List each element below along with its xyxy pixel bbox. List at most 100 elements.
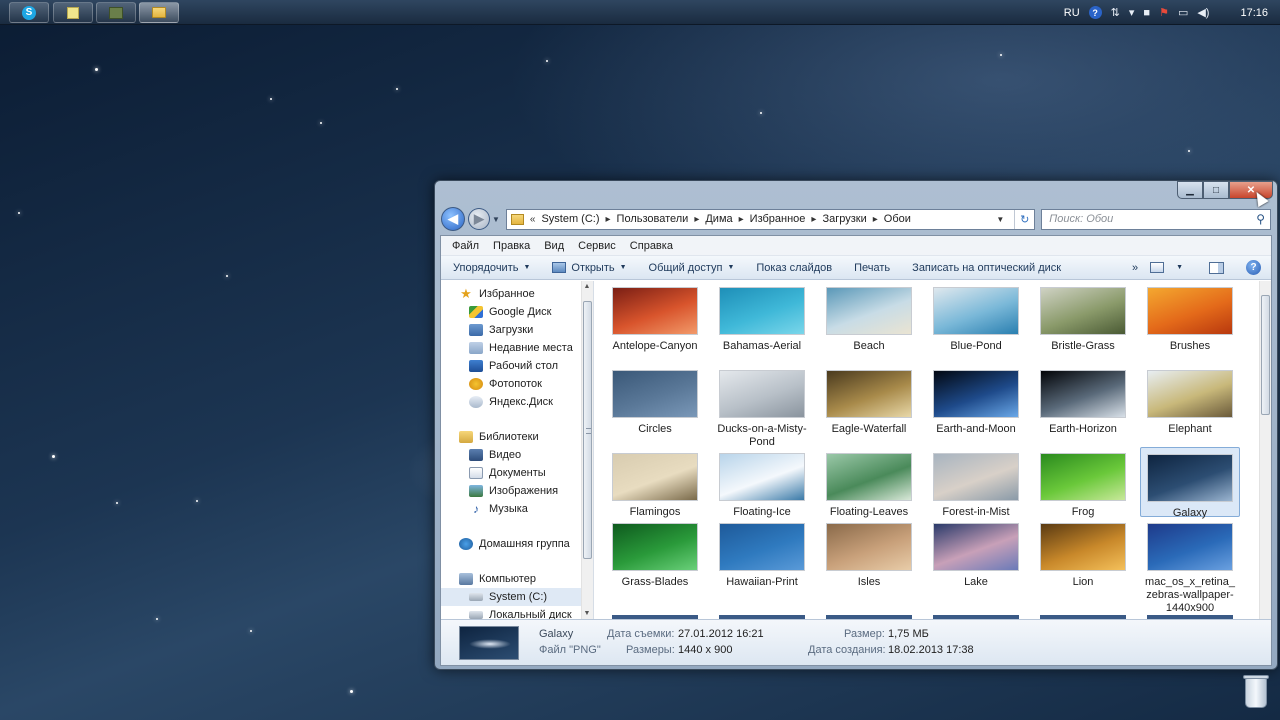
nav-item[interactable]: Локальный диск bbox=[441, 606, 581, 619]
file-tile[interactable]: Galaxy bbox=[1140, 447, 1240, 519]
file-tile[interactable]: Earth-and-Moon bbox=[926, 364, 1026, 436]
recent-pages-dropdown[interactable]: ▼ bbox=[492, 215, 500, 224]
more-commands-button[interactable]: » bbox=[1132, 262, 1138, 274]
refresh-icon[interactable]: ↻ bbox=[1014, 209, 1034, 229]
scroll-thumb[interactable] bbox=[583, 301, 592, 559]
breadcrumb-favorites[interactable]: Избранное bbox=[750, 213, 806, 225]
file-tile[interactable]: Circles bbox=[605, 364, 705, 436]
breadcrumb-separator-icon[interactable]: ▸ bbox=[606, 214, 611, 225]
breadcrumb-wallpapers[interactable]: Обои bbox=[884, 213, 911, 225]
file-thumbnail bbox=[933, 370, 1019, 418]
file-tile[interactable]: Ducks-on-a-Misty-Pond bbox=[712, 364, 812, 449]
breadcrumb-separator-icon[interactable]: ▸ bbox=[873, 214, 878, 225]
slideshow-button[interactable]: Показ слайдов bbox=[756, 262, 832, 274]
nav-item[interactable]: Документы bbox=[441, 464, 581, 482]
nav-item[interactable]: Изображения bbox=[441, 482, 581, 500]
nav-item[interactable]: ♪ Музыка bbox=[441, 500, 581, 518]
address-history-dropdown-icon[interactable]: ▼ bbox=[990, 215, 1010, 224]
minimize-button[interactable]: ▁ bbox=[1177, 181, 1203, 199]
taskbar-button-skype[interactable]: S bbox=[9, 2, 49, 23]
view-options-dropdown-icon[interactable]: ▼ bbox=[1176, 264, 1183, 271]
nav-item[interactable]: System (C:) bbox=[441, 588, 581, 606]
file-tile[interactable]: Bristle-Grass bbox=[1033, 281, 1133, 353]
nav-item[interactable]: Библиотеки bbox=[441, 428, 581, 446]
taskbar-button-explorer[interactable] bbox=[139, 2, 179, 23]
file-tile[interactable]: Lake bbox=[926, 517, 1026, 589]
nav-item[interactable]: Рабочий стол bbox=[441, 357, 581, 375]
maximize-button[interactable]: □ bbox=[1203, 181, 1229, 199]
navigation-pane-scrollbar[interactable]: ▲ ▼ bbox=[581, 281, 593, 619]
breadcrumb-separator-icon[interactable]: ▸ bbox=[739, 214, 744, 225]
address-overflow[interactable]: « bbox=[530, 214, 536, 225]
action-center-flag-icon[interactable]: ⚑ bbox=[1159, 6, 1169, 19]
menu-tools[interactable]: Сервис bbox=[571, 240, 623, 252]
address-bar[interactable]: « System (C:) ▸ Пользователи ▸ Дима ▸ Из… bbox=[505, 208, 1036, 230]
details-date-taken[interactable]: 27.01.2012 16:21 bbox=[678, 628, 764, 640]
volume-icon[interactable]: ◀) bbox=[1197, 6, 1209, 19]
scroll-down-icon[interactable]: ▼ bbox=[582, 610, 592, 617]
burn-disc-button[interactable]: Записать на оптический диск bbox=[912, 262, 1061, 274]
file-tile[interactable]: Hawaiian-Print bbox=[712, 517, 812, 589]
file-tile[interactable]: Grass-Blades bbox=[605, 517, 705, 589]
search-icon[interactable]: ⚲ bbox=[1256, 212, 1265, 226]
breadcrumb-separator-icon[interactable]: ▸ bbox=[811, 214, 816, 225]
breadcrumb-system-c[interactable]: System (C:) bbox=[541, 213, 599, 225]
nav-item[interactable]: Домашняя группа bbox=[441, 535, 581, 553]
language-indicator[interactable]: RU bbox=[1064, 7, 1080, 19]
back-button[interactable]: ◀ bbox=[441, 207, 465, 231]
menu-edit[interactable]: Правка bbox=[486, 240, 537, 252]
file-tile[interactable]: Forest-in-Mist bbox=[926, 447, 1026, 519]
organize-button[interactable]: Упорядочить ▼ bbox=[453, 262, 530, 274]
nav-item[interactable]: Компьютер bbox=[441, 570, 581, 588]
nav-item[interactable]: Яндекс.Диск bbox=[441, 393, 581, 411]
breadcrumb-users[interactable]: Пользователи bbox=[617, 213, 689, 225]
nav-item[interactable]: ★ Избранное bbox=[441, 285, 581, 303]
nav-item[interactable]: Google Диск bbox=[441, 303, 581, 321]
file-tile[interactable]: Eagle-Waterfall bbox=[819, 364, 919, 436]
taskbar-button-pinned-app[interactable] bbox=[96, 2, 136, 23]
nav-item[interactable]: Видео bbox=[441, 446, 581, 464]
scroll-thumb[interactable] bbox=[1261, 295, 1270, 415]
help-icon[interactable]: ? bbox=[1246, 260, 1261, 275]
breadcrumb-dima[interactable]: Дима bbox=[705, 213, 732, 225]
file-tile[interactable]: Frog bbox=[1033, 447, 1133, 519]
recycle-bin-icon[interactable] bbox=[1240, 672, 1270, 712]
menu-help[interactable]: Справка bbox=[623, 240, 680, 252]
file-tile[interactable]: Antelope-Canyon bbox=[605, 281, 705, 353]
taskbar-button-notes[interactable] bbox=[53, 2, 93, 23]
tray-pin-icon[interactable]: ⇅ bbox=[1111, 6, 1120, 19]
change-view-icon[interactable] bbox=[1150, 262, 1165, 273]
breadcrumb-downloads[interactable]: Загрузки bbox=[822, 213, 866, 225]
file-tile[interactable]: mac_os_x_retina_zebras-wallpaper-1440x90… bbox=[1140, 517, 1240, 615]
search-input[interactable]: Поиск: Обои ⚲ bbox=[1041, 208, 1271, 230]
file-tile[interactable]: Lion bbox=[1033, 517, 1133, 589]
nav-item[interactable]: Недавние места bbox=[441, 339, 581, 357]
open-button[interactable]: Открыть ▼ bbox=[552, 262, 627, 274]
share-button[interactable]: Общий доступ ▼ bbox=[649, 262, 735, 274]
preview-pane-icon[interactable] bbox=[1209, 261, 1224, 274]
nav-item[interactable]: Фотопоток bbox=[441, 375, 581, 393]
file-tile[interactable]: Blue-Pond bbox=[926, 281, 1026, 353]
scroll-up-icon[interactable]: ▲ bbox=[582, 283, 592, 290]
file-tile[interactable]: Flamingos bbox=[605, 447, 705, 519]
file-tile[interactable]: Beach bbox=[819, 281, 919, 353]
breadcrumb-separator-icon[interactable]: ▸ bbox=[694, 214, 699, 225]
file-tile[interactable]: Isles bbox=[819, 517, 919, 589]
tray-app-icon[interactable]: ■ bbox=[1143, 7, 1150, 19]
file-tile[interactable]: Brushes bbox=[1140, 281, 1240, 353]
file-tile[interactable]: Bahamas-Aerial bbox=[712, 281, 812, 353]
tray-expand-icon[interactable]: ▾ bbox=[1129, 6, 1135, 19]
file-tile[interactable]: Elephant bbox=[1140, 364, 1240, 436]
forward-button[interactable]: ▶ bbox=[467, 208, 490, 230]
file-tile[interactable]: Floating-Leaves bbox=[819, 447, 919, 519]
tray-clock[interactable]: 17:16 bbox=[1240, 7, 1268, 19]
menu-view[interactable]: Вид bbox=[537, 240, 571, 252]
network-icon[interactable]: ▭ bbox=[1178, 6, 1188, 19]
file-tile[interactable]: Earth-Horizon bbox=[1033, 364, 1133, 436]
nav-item[interactable]: Загрузки bbox=[441, 321, 581, 339]
menu-file[interactable]: Файл bbox=[445, 240, 486, 252]
file-tile[interactable]: Floating-Ice bbox=[712, 447, 812, 519]
print-button[interactable]: Печать bbox=[854, 262, 890, 274]
file-grid-scrollbar[interactable] bbox=[1259, 281, 1271, 619]
language-help-icon[interactable]: ? bbox=[1088, 6, 1102, 19]
